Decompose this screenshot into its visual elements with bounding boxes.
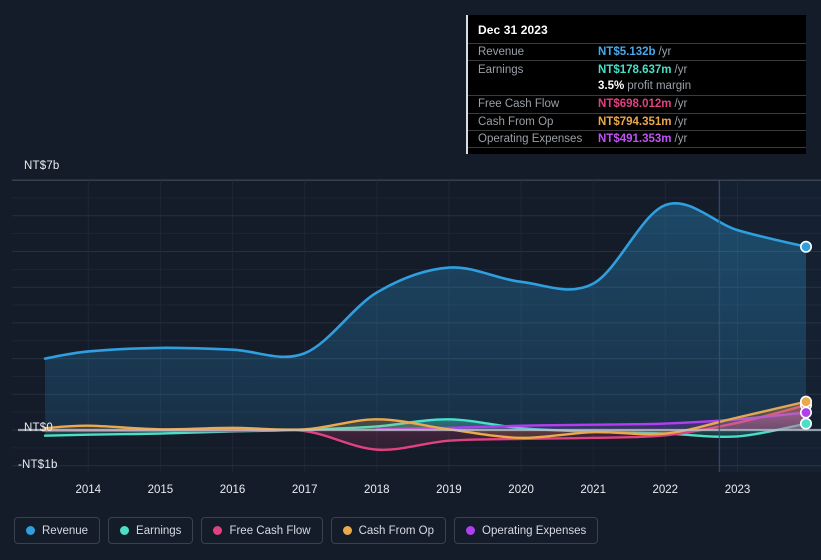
tooltip-row-unit: /yr (658, 46, 672, 59)
tooltip-row: 3.5% profit margin (468, 78, 806, 95)
tooltip-row: Earnings NT$178.637m/yr (468, 60, 806, 77)
tooltip-date: Dec 31 2023 (478, 23, 548, 37)
tooltip-row-value: NT$794.351m (598, 115, 672, 128)
tooltip-row-label: Revenue (478, 46, 525, 59)
tooltip-row-label: Free Cash Flow (478, 98, 560, 111)
x-axis-tick-2022: 2022 (652, 484, 679, 496)
tooltip-row-label: Earnings (478, 63, 524, 76)
x-axis-tick-2023: 2023 (724, 484, 751, 496)
legend-color-dot-icon (120, 526, 130, 535)
tooltip-bottom-divider (468, 147, 806, 149)
chart-page: NT$7b NT$0 -NT$1b 2014 2015 2016 2017 2018 20… (0, 0, 821, 560)
x-axis-tick-2019: 2019 (436, 484, 462, 496)
legend-item-label: Free Cash Flow (229, 524, 311, 537)
legend-item-cash-from-op[interactable]: Cash From Op (330, 517, 447, 544)
legend-item-label: Revenue (42, 524, 89, 537)
legend-color-dot-icon (26, 526, 35, 535)
tooltip-row-label: Cash From Op (478, 115, 554, 128)
tooltip-row-value: 3.5% (598, 80, 625, 93)
legend-item-operating-expenses[interactable]: Operating Expenses (454, 517, 599, 544)
tooltip-row-value: NT$698.012m (598, 98, 672, 111)
legend-color-dot-icon (466, 526, 476, 535)
legend-color-dot-icon (342, 526, 352, 535)
x-axis-tick-2018: 2018 (364, 484, 390, 496)
series-layer (43, 202, 808, 452)
x-axis-tick-2015: 2015 (147, 484, 174, 496)
chart-legend: Revenue Earnings Free Cash Flow Cash From O… (14, 517, 599, 544)
tooltip-rows: Revenue NT$5.132b/yr Earnings NT$178.637m/y… (468, 43, 806, 147)
x-axis-tick-2020: 2020 (508, 484, 534, 496)
legend-item-label: Cash From Op (358, 524, 435, 537)
legend-item-label: Earnings (136, 524, 182, 537)
tooltip-row-label: Operating Expenses (478, 133, 583, 146)
tooltip-row-unit: /yr (674, 63, 688, 76)
data-tooltip: Dec 31 2023 Revenue NT$5.132b/yr Earnings N… (466, 15, 806, 154)
legend-color-dot-icon (213, 526, 223, 535)
tooltip-row-value: NT$5.132b (598, 46, 656, 59)
y-axis-label-neg: -NT$1b (18, 459, 58, 471)
legend-item-label: Operating Expenses (482, 524, 587, 537)
tooltip-row: Free Cash Flow NT$698.012m/yr (468, 95, 806, 112)
endpoint-dot-cash-from-op (799, 395, 812, 408)
tooltip-row-unit: /yr (674, 133, 688, 146)
series-revenue (43, 202, 808, 430)
y-axis-label-zero: NT$0 (24, 422, 53, 434)
tooltip-row-unit: profit margin (627, 80, 692, 93)
x-axis-tick-2021: 2021 (580, 484, 606, 496)
legend-item-free-cash-flow[interactable]: Free Cash Flow (201, 517, 323, 544)
y-axis-label-top: NT$7b (24, 160, 60, 172)
x-axis-tick-2014: 2014 (75, 484, 102, 496)
x-axis-tick-2017: 2017 (291, 484, 318, 496)
tooltip-row-unit: /yr (674, 98, 688, 111)
x-axis-tick-2016: 2016 (219, 484, 246, 496)
tooltip-row-value: NT$491.353m (598, 133, 672, 146)
tooltip-row: Cash From Op NT$794.351m/yr (468, 112, 806, 130)
endpoint-dot-earnings (799, 417, 812, 430)
tooltip-row-value: NT$178.637m (598, 63, 672, 76)
tooltip-row-unit: /yr (674, 115, 688, 128)
endpoint-dot-operating-expenses (799, 406, 812, 419)
endpoint-dot-revenue (799, 240, 812, 253)
legend-item-revenue[interactable]: Revenue (14, 517, 101, 544)
x-axis: 2014 2015 2016 2017 2018 2019 2020 2021 2022 2023 (0, 484, 821, 504)
legend-item-earnings[interactable]: Earnings (108, 517, 194, 544)
tooltip-row: Operating Expenses NT$491.353m/yr (468, 129, 806, 147)
tooltip-row: Revenue NT$5.132b/yr (468, 43, 806, 60)
